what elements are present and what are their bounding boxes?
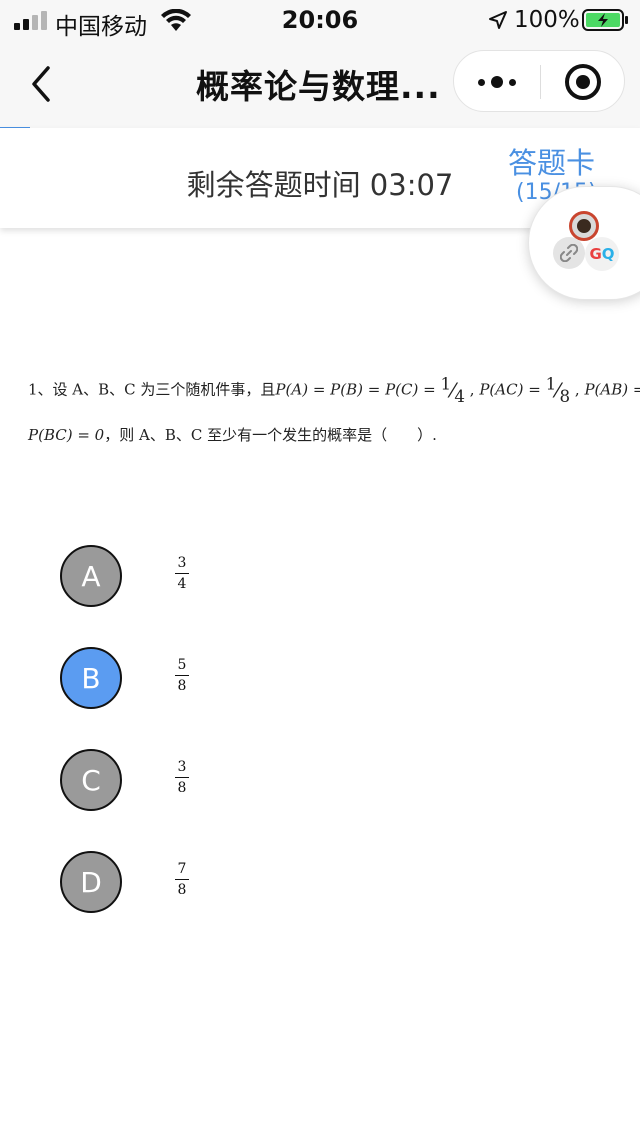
option-fraction: 58 xyxy=(175,657,189,694)
back-chevron-icon[interactable] xyxy=(26,64,56,104)
question-text: ，则 A、B、C 至少有一个发生的概率是（ ）. xyxy=(104,426,437,444)
battery-charging-icon xyxy=(582,9,628,31)
gq-logo-icon[interactable]: GQ xyxy=(585,237,619,271)
question-line-2: P(BC) = 0，则 A、B、C 至少有一个发生的概率是（ ）. xyxy=(28,424,437,445)
page-title: 概率论与数理... xyxy=(196,67,441,106)
option-b[interactable]: B 58 xyxy=(60,647,189,711)
question-fraction: 1⁄4 xyxy=(440,374,466,406)
miniprogram-capsule xyxy=(453,50,625,112)
option-d[interactable]: D 78 xyxy=(60,851,189,915)
more-dots-icon[interactable] xyxy=(454,51,540,113)
option-a[interactable]: A 34 xyxy=(60,545,189,609)
status-bar: 中国移动 20:06 100% xyxy=(0,0,640,40)
question-math: P(AC) = xyxy=(479,380,546,399)
app-logo-icon[interactable] xyxy=(569,211,599,241)
battery-percentage: 100% xyxy=(514,7,580,33)
option-fraction: 38 xyxy=(175,759,189,796)
link-icon[interactable] xyxy=(553,237,585,269)
nav-bar: 概率论与数理... xyxy=(0,40,640,128)
option-fraction: 78 xyxy=(175,861,189,898)
question-text: 1、设 A、B、C 为三个随机件事，且 xyxy=(28,380,276,399)
capsule-divider xyxy=(540,65,541,99)
question-math: P(AB) = 0 xyxy=(584,380,640,399)
question-math: P(BC) = 0 xyxy=(28,426,105,444)
location-arrow-icon xyxy=(489,11,507,29)
close-target-icon[interactable] xyxy=(565,64,601,100)
option-c[interactable]: C 38 xyxy=(60,749,189,813)
option-letter[interactable]: D xyxy=(60,851,122,913)
option-fraction: 34 xyxy=(175,555,189,592)
question-math: P(A) = P(B) = P(C) = xyxy=(275,380,441,399)
option-letter[interactable]: B xyxy=(60,647,122,709)
option-letter[interactable]: A xyxy=(60,545,122,607)
answer-card-button[interactable]: 答题卡 xyxy=(508,140,595,182)
question-line-1: 1、设 A、B、C 为三个随机件事，且P(A) = P(B) = P(C) = … xyxy=(28,372,640,406)
floating-share-widget[interactable]: GQ xyxy=(528,186,640,300)
option-letter[interactable]: C xyxy=(60,749,122,811)
question-fraction: 1⁄8 xyxy=(545,374,571,406)
